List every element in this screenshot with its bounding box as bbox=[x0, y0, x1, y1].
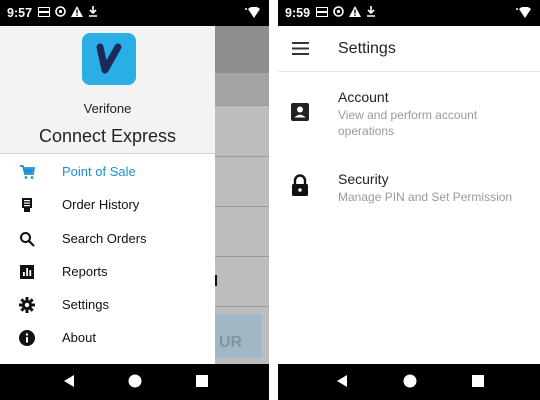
download-icon bbox=[88, 6, 98, 20]
menu-item-search-orders[interactable]: Search Orders bbox=[0, 222, 215, 255]
cart-icon bbox=[19, 164, 36, 180]
storage-icon bbox=[316, 6, 329, 20]
info-icon bbox=[19, 330, 35, 347]
navigation-drawer: Verifone Connect Express Point of Sale O… bbox=[0, 26, 215, 364]
status-time: 9:57 bbox=[7, 6, 33, 20]
search-icon bbox=[19, 231, 35, 247]
status-bar: 9:59 bbox=[278, 0, 540, 26]
gear-icon bbox=[19, 297, 35, 314]
settings-item-security[interactable]: Security Manage PIN and Set Permission bbox=[278, 165, 540, 215]
navigation-bar bbox=[278, 364, 540, 400]
drawer-header: Verifone Connect Express bbox=[0, 26, 215, 154]
left-screen: 9:57 3 6 9 UR Verifone Connect Express bbox=[0, 0, 269, 400]
lock-icon bbox=[290, 174, 310, 201]
settings-item-account[interactable]: Account View and perform account operati… bbox=[278, 82, 540, 152]
navigation-bar bbox=[0, 364, 269, 400]
back-icon[interactable] bbox=[62, 374, 76, 393]
page-title: Settings bbox=[338, 40, 396, 57]
warning-icon bbox=[71, 6, 84, 20]
drawer-menu: Point of Sale Order History Search Order… bbox=[0, 155, 215, 355]
sync-icon bbox=[55, 6, 66, 20]
menu-item-settings[interactable]: Settings bbox=[0, 288, 215, 321]
settings-item-description: Manage PIN and Set Permission bbox=[338, 190, 513, 204]
status-bar: 9:57 bbox=[0, 0, 269, 26]
settings-item-description: View and perform account operations bbox=[338, 108, 478, 138]
brand-name: Verifone bbox=[83, 101, 132, 116]
hamburger-menu-icon[interactable] bbox=[292, 42, 309, 60]
storage-icon bbox=[38, 6, 51, 20]
menu-item-label: About bbox=[62, 330, 96, 346]
app-name: Connect Express bbox=[38, 126, 177, 146]
menu-item-label: Order History bbox=[62, 197, 140, 213]
right-screen: 9:59 Settings Account View and perform a… bbox=[278, 0, 540, 400]
back-icon[interactable] bbox=[335, 374, 349, 393]
menu-item-point-of-sale[interactable]: Point of Sale bbox=[0, 155, 215, 188]
menu-item-label: Reports bbox=[62, 263, 108, 279]
app-logo bbox=[82, 33, 136, 85]
status-time: 9:59 bbox=[285, 6, 311, 20]
menu-item-about[interactable]: About bbox=[0, 321, 215, 354]
recents-icon[interactable] bbox=[471, 374, 485, 393]
bar-chart-icon bbox=[19, 264, 35, 280]
download-icon bbox=[366, 6, 376, 20]
recents-icon[interactable] bbox=[195, 374, 209, 393]
app-toolbar: Settings bbox=[278, 26, 540, 72]
wifi-icon bbox=[245, 6, 261, 22]
wifi-icon bbox=[516, 6, 532, 22]
home-icon[interactable] bbox=[403, 374, 417, 393]
home-icon[interactable] bbox=[128, 374, 142, 393]
receipt-icon bbox=[19, 197, 35, 213]
menu-item-label: Search Orders bbox=[62, 230, 147, 246]
settings-item-title: Security bbox=[338, 171, 389, 187]
menu-item-order-history[interactable]: Order History bbox=[0, 188, 215, 221]
charge-button: UR bbox=[215, 314, 262, 358]
menu-item-label: Settings bbox=[62, 297, 109, 313]
settings-item-title: Account bbox=[338, 89, 389, 105]
sync-icon bbox=[333, 6, 344, 20]
warning-icon bbox=[349, 6, 362, 20]
menu-item-reports[interactable]: Reports bbox=[0, 255, 215, 288]
account-box-icon bbox=[290, 102, 310, 127]
menu-item-label: Point of Sale bbox=[62, 164, 136, 179]
